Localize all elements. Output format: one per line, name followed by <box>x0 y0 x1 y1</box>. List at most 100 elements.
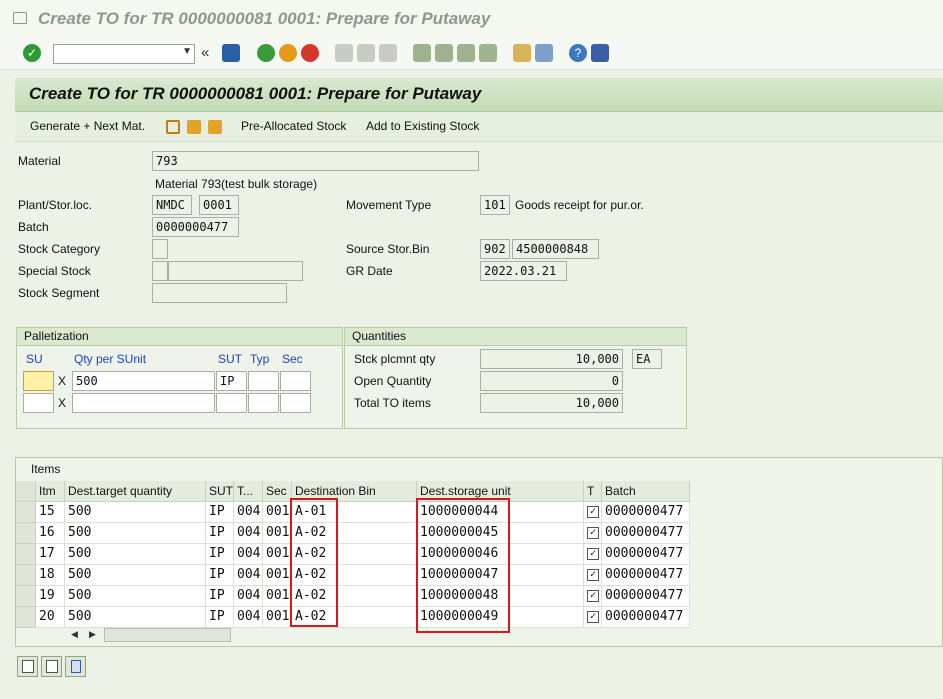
cell-t[interactable]: 004 <box>234 544 263 565</box>
transfer-order-icon[interactable] <box>166 120 180 134</box>
cell-batch[interactable]: 0000000477 <box>602 523 690 544</box>
checkbox[interactable]: ✓ <box>587 569 599 581</box>
cell-sut[interactable]: IP <box>206 502 234 523</box>
cell-itm[interactable]: 16 <box>36 523 65 544</box>
cell-itm[interactable]: 19 <box>36 586 65 607</box>
typ-field[interactable] <box>248 371 279 391</box>
find-next-icon[interactable] <box>379 44 397 62</box>
cell-sec[interactable]: 001 <box>263 607 292 628</box>
scroll-left-icon[interactable]: ◀ <box>71 629 78 640</box>
enter-icon[interactable]: ✓ <box>23 44 41 62</box>
checkbox[interactable]: ✓ <box>587 590 599 602</box>
cell-sut[interactable]: IP <box>206 607 234 628</box>
cell-sec[interactable]: 001 <box>263 544 292 565</box>
stock-segment-field[interactable] <box>152 283 287 303</box>
confirm-checkbox-cell[interactable]: ✓ <box>584 565 602 586</box>
exit-icon[interactable] <box>279 44 297 62</box>
row-selector[interactable] <box>16 544 36 565</box>
plant-field[interactable]: NMDC <box>152 195 192 215</box>
generate-next-button[interactable]: Generate + Next Mat. <box>30 119 145 133</box>
create-session-icon[interactable] <box>513 44 531 62</box>
cell-itm[interactable]: 17 <box>36 544 65 565</box>
next-page-icon[interactable] <box>457 44 475 62</box>
cell-t[interactable]: 004 <box>234 523 263 544</box>
batch-field[interactable]: 0000000477 <box>152 217 239 237</box>
cell-sut[interactable]: IP <box>206 523 234 544</box>
source-storage-type-field[interactable]: 902 <box>480 239 510 259</box>
shortcut-icon[interactable] <box>535 44 553 62</box>
checkbox[interactable]: ✓ <box>587 506 599 518</box>
special-stock-number-field[interactable] <box>168 261 303 281</box>
cell-sut[interactable]: IP <box>206 565 234 586</box>
cell-qty[interactable]: 500 <box>65 586 206 607</box>
cell-qty[interactable]: 500 <box>65 565 206 586</box>
checkbox[interactable]: ✓ <box>587 611 599 623</box>
cell-qty[interactable]: 500 <box>65 502 206 523</box>
t-header[interactable]: T <box>584 481 602 502</box>
exit-icon[interactable] <box>13 12 27 24</box>
special-stock-field[interactable] <box>152 261 168 281</box>
confirm-checkbox-cell[interactable]: ✓ <box>584 544 602 565</box>
stck-plcmnt-qty-field[interactable]: 10,000 <box>480 349 623 369</box>
cell-t[interactable]: 004 <box>234 502 263 523</box>
sut-field-2[interactable] <box>216 393 247 413</box>
delete-button[interactable] <box>65 656 86 677</box>
confirm-checkbox-cell[interactable]: ✓ <box>584 607 602 628</box>
cell-sec[interactable]: 001 <box>263 523 292 544</box>
cell-batch[interactable]: 0000000477 <box>602 565 690 586</box>
itm-header[interactable]: Itm <box>36 481 65 502</box>
sut-header[interactable]: SUT <box>206 481 234 502</box>
cell-qty[interactable]: 500 <box>65 607 206 628</box>
cell-sut[interactable]: IP <box>206 544 234 565</box>
source-storage-bin-field[interactable]: 4500000848 <box>512 239 599 259</box>
confirm-checkbox-cell[interactable]: ✓ <box>584 502 602 523</box>
chevron-down-icon[interactable]: ▼ <box>182 46 192 57</box>
cell-batch[interactable]: 0000000477 <box>602 544 690 565</box>
back-icon[interactable] <box>257 44 275 62</box>
select-all-rows-cell[interactable] <box>16 481 36 502</box>
unit-field[interactable]: EA <box>632 349 662 369</box>
typ-field-2[interactable] <box>248 393 279 413</box>
material-field[interactable]: 793 <box>152 151 479 171</box>
sec-field-2[interactable] <box>280 393 311 413</box>
cell-sec[interactable]: 001 <box>263 502 292 523</box>
cell-batch[interactable]: 0000000477 <box>602 607 690 628</box>
save-icon[interactable] <box>222 44 240 62</box>
add-to-existing-stock-button[interactable]: Add to Existing Stock <box>366 119 479 133</box>
row-selector[interactable] <box>16 586 36 607</box>
forklift-icon[interactable] <box>187 120 201 134</box>
previous-page-icon[interactable] <box>435 44 453 62</box>
cell-sec[interactable]: 001 <box>263 565 292 586</box>
cell-sut[interactable]: IP <box>206 586 234 607</box>
cell-batch[interactable]: 0000000477 <box>602 502 690 523</box>
row-selector[interactable] <box>16 502 36 523</box>
cell-batch[interactable]: 0000000477 <box>602 586 690 607</box>
layout-menu-icon[interactable] <box>591 44 609 62</box>
movement-type-field[interactable]: 101 <box>480 195 510 215</box>
confirm-checkbox-cell[interactable]: ✓ <box>584 523 602 544</box>
print-icon[interactable] <box>335 44 353 62</box>
select-all-button[interactable] <box>17 656 38 677</box>
last-page-icon[interactable] <box>479 44 497 62</box>
storage-location-field[interactable]: 0001 <box>199 195 239 215</box>
su-count-field[interactable] <box>23 371 54 391</box>
batch-header[interactable]: Batch <box>602 481 690 502</box>
help-icon[interactable]: ? <box>569 44 587 62</box>
stock-category-field[interactable] <box>152 239 168 259</box>
type-header[interactable]: T... <box>234 481 263 502</box>
cell-qty[interactable]: 500 <box>65 544 206 565</box>
cell-itm[interactable]: 15 <box>36 502 65 523</box>
cell-qty[interactable]: 500 <box>65 523 206 544</box>
cell-t[interactable]: 004 <box>234 565 263 586</box>
deselect-all-button[interactable] <box>41 656 62 677</box>
cancel-icon[interactable] <box>301 44 319 62</box>
checkbox[interactable]: ✓ <box>587 548 599 560</box>
dest-target-qty-header[interactable]: Dest.target quantity <box>65 481 206 502</box>
qty-per-sunit-field[interactable]: 500 <box>72 371 215 391</box>
cell-itm[interactable]: 18 <box>36 565 65 586</box>
first-page-icon[interactable] <box>413 44 431 62</box>
sut-field[interactable]: IP <box>216 371 247 391</box>
open-quantity-field[interactable]: 0 <box>480 371 623 391</box>
confirm-checkbox-cell[interactable]: ✓ <box>584 586 602 607</box>
sec-header[interactable]: Sec <box>263 481 292 502</box>
